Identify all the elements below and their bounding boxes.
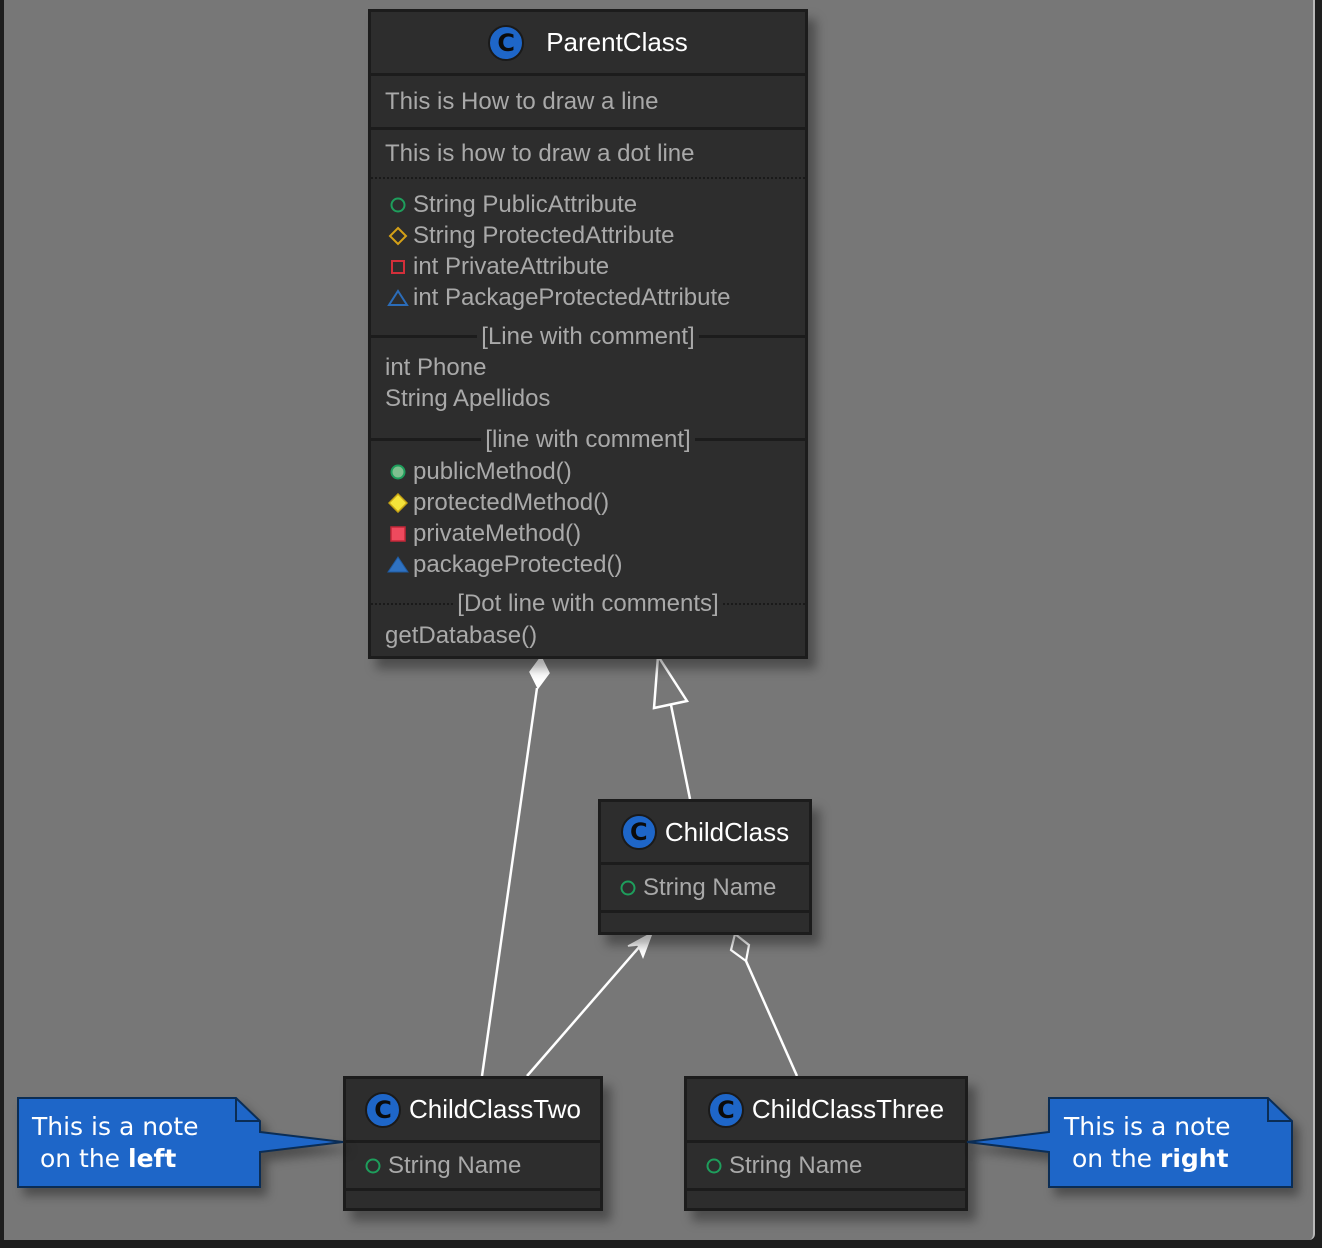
attribute-text: String Name xyxy=(729,1151,863,1179)
fields-section: [Line with comment] int Phone String Ape… xyxy=(371,323,805,438)
class-childclassthree[interactable]: C ChildClassThree String Name xyxy=(684,1076,968,1211)
attribute-text: String Name xyxy=(388,1151,522,1179)
attribute-row: String Name xyxy=(601,865,809,910)
dot-section-text: This is how to draw a dot line xyxy=(385,140,695,167)
dot-section: This is how to draw a dot line xyxy=(371,127,805,177)
attribute-text: int PrivateAttribute xyxy=(413,252,610,280)
method-text: privateMethod() xyxy=(413,519,582,547)
field-text: String Apellidos xyxy=(385,384,551,412)
attribute-text: String PublicAttribute xyxy=(413,190,638,218)
class-childclass[interactable]: C ChildClass String Name xyxy=(598,799,812,935)
note-right-shape xyxy=(966,1097,1293,1188)
public-circle-icon xyxy=(617,877,639,899)
package-triangle-icon xyxy=(387,287,409,309)
class-name: ParentClass xyxy=(546,27,688,57)
field-row: int Phone xyxy=(371,352,805,383)
field-row: String Apellidos xyxy=(371,383,805,414)
class-stereotype-icon: C xyxy=(488,24,525,61)
attributes-section: String Name xyxy=(346,1143,600,1191)
class-name: ChildClassThree xyxy=(751,1094,945,1124)
note-left-text: This is a note on the left xyxy=(32,1112,199,1173)
attribute-row: String Name xyxy=(687,1143,965,1188)
method-text: getDatabase() xyxy=(385,621,538,649)
attribute-row: String Name xyxy=(346,1143,600,1188)
line-section-text: This is How to draw a line xyxy=(385,87,659,115)
attribute-text: int PackageProtectedAttribute xyxy=(413,283,731,311)
class-header: C ParentClass xyxy=(371,12,805,76)
private-square-icon xyxy=(387,256,409,278)
separator-label: [Line with comment] xyxy=(371,322,805,352)
class-stereotype-icon: C xyxy=(365,1091,402,1128)
private-filled-square-icon xyxy=(387,523,409,545)
class-header: C ChildClass xyxy=(601,802,809,865)
method-text: protectedMethod() xyxy=(413,488,610,516)
separator-label: [line with comment] xyxy=(371,425,805,455)
method-row: protectedMethod() xyxy=(371,487,805,518)
class-stereotype-icon: C xyxy=(620,814,657,850)
field-text: int Phone xyxy=(385,353,487,381)
protected-filled-diamond-icon xyxy=(387,492,409,514)
attributes-section: String Name xyxy=(601,865,809,913)
note-right-text: This is a note on the right xyxy=(1064,1112,1231,1173)
class-stereotype-icon: C xyxy=(707,1091,744,1128)
public-circle-icon xyxy=(387,194,409,216)
public-circle-icon xyxy=(703,1155,725,1177)
attribute-row: String ProtectedAttribute xyxy=(371,220,805,251)
attribute-row: String PublicAttribute xyxy=(371,189,805,220)
class-header: C ChildClassTwo xyxy=(346,1079,600,1143)
class-header: C ChildClassThree xyxy=(687,1079,965,1143)
package-filled-triangle-icon xyxy=(387,554,409,576)
method-row: publicMethod() xyxy=(371,456,805,487)
separator-label: [Dot line with comments] xyxy=(371,589,805,619)
attribute-row: int PrivateAttribute xyxy=(371,251,805,282)
attribute-text: String Name xyxy=(643,873,777,901)
attribute-text: String ProtectedAttribute xyxy=(413,221,675,249)
public-filled-circle-icon xyxy=(387,461,409,483)
methods-section: [line with comment] publicMethod() prote… xyxy=(371,426,805,603)
database-section: [Dot line with comments] getDatabase() xyxy=(371,590,805,659)
attributes-section: String Name xyxy=(687,1143,965,1191)
method-row: getDatabase() xyxy=(371,620,805,651)
class-name: ChildClassTwo xyxy=(409,1094,581,1124)
class-parentclass[interactable]: C ParentClass This is How to draw a line… xyxy=(368,9,808,659)
attributes-section: String PublicAttribute String ProtectedA… xyxy=(371,177,805,335)
method-text: packageProtected() xyxy=(413,550,623,578)
class-name: ChildClass xyxy=(664,816,790,847)
method-row: packageProtected() xyxy=(371,549,805,580)
method-row: privateMethod() xyxy=(371,518,805,549)
method-text: publicMethod() xyxy=(413,457,572,485)
protected-diamond-icon xyxy=(387,225,409,247)
class-childclasstwo[interactable]: C ChildClassTwo String Name xyxy=(343,1076,603,1211)
attribute-row: int PackageProtectedAttribute xyxy=(371,282,805,313)
public-circle-icon xyxy=(362,1155,384,1177)
line-section: This is How to draw a line xyxy=(371,76,805,127)
